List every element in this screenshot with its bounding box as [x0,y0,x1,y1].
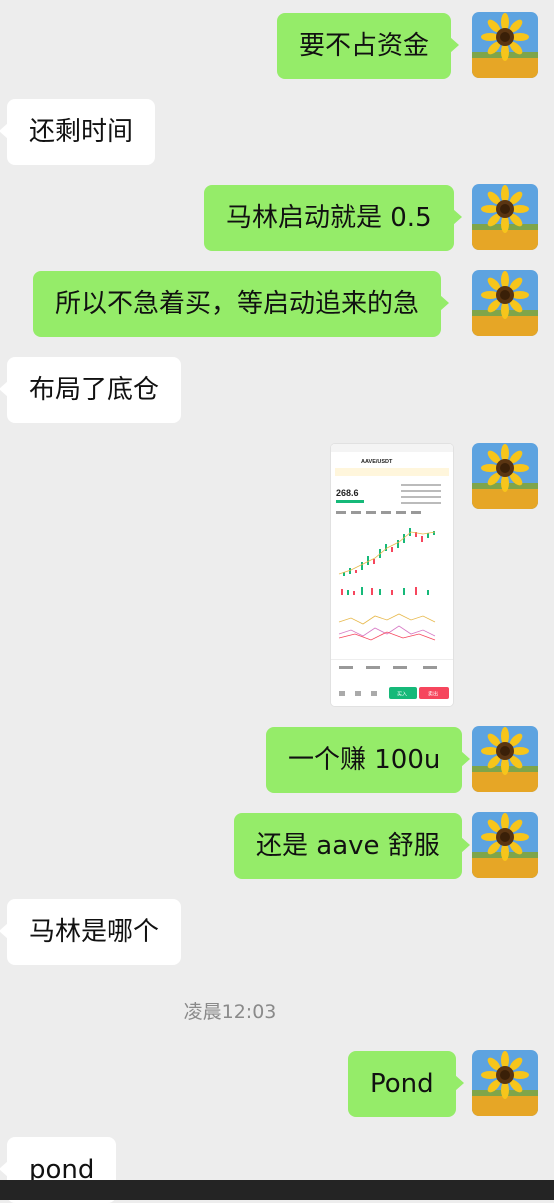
their-message-bubble[interactable]: 布局了底仓 [0,357,182,423]
message-timestamp: 凌晨12:03 [183,1001,277,1023]
shared-chart-screenshot[interactable]: AAVE/USDT 268.6 买入 卖出 [331,444,453,706]
my-message-bubble[interactable]: Pond [348,1051,464,1117]
sunflower-avatar-icon [472,184,538,250]
their-message-bubble[interactable]: 马林是哪个 [0,899,182,965]
sunflower-avatar-icon [472,270,538,336]
my-avatar[interactable] [472,270,538,336]
buy-label: 买入 [397,691,407,698]
my-avatar[interactable] [472,443,538,509]
chat-view[interactable]: 要不占资金 还剩时间 马林启动就是 0.5 所以不急着买，等启动追来的急 布局了… [0,0,554,1203]
my-avatar[interactable] [472,726,538,792]
my-message-bubble[interactable]: 所以不急着买，等启动追来的急 [33,271,450,337]
system-navigation-bar [0,1180,554,1200]
sunflower-avatar-icon [472,812,538,878]
sell-label: 卖出 [428,691,438,698]
sunflower-avatar-icon [472,726,538,792]
sunflower-avatar-icon [472,443,538,509]
my-message-bubble[interactable]: 要不占资金 [277,13,460,79]
my-avatar[interactable] [472,812,538,878]
sunflower-avatar-icon [472,12,538,78]
my-message-bubble[interactable]: 还是 aave 舒服 [234,813,470,879]
my-avatar[interactable] [472,184,538,250]
my-avatar[interactable] [472,12,538,78]
pair-label: AAVE/USDT [361,459,393,465]
my-avatar[interactable] [472,1050,538,1116]
my-message-bubble[interactable]: 一个赚 100u [266,727,471,793]
sunflower-avatar-icon [472,1050,538,1116]
their-message-bubble[interactable]: 还剩时间 [0,99,156,165]
trading-chart-thumbnail: AAVE/USDT 268.6 买入 卖出 [331,444,453,706]
price-label: 268.6 [336,488,359,498]
my-message-bubble[interactable]: 马林启动就是 0.5 [204,185,462,251]
